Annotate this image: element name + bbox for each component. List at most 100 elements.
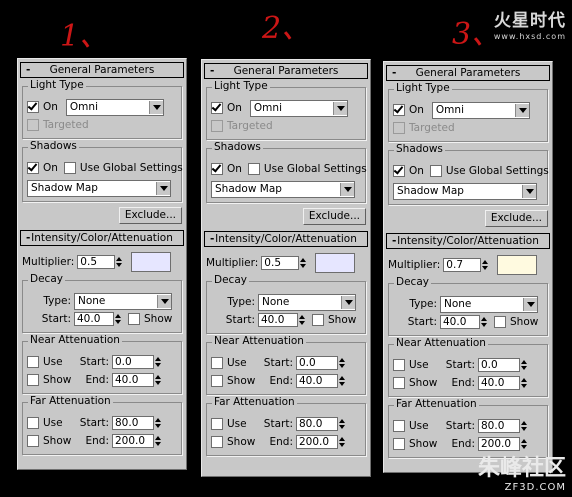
far-use-checkbox[interactable] [27, 417, 39, 429]
far-end-spinner[interactable]: 200.0 [296, 435, 346, 449]
general-parameters-rollout-header[interactable]: - General Parameters [386, 65, 550, 81]
decay-start-spinner[interactable]: 40.0 [440, 315, 488, 329]
targeted-checkbox[interactable] [393, 122, 405, 134]
spinner-arrows-icon[interactable] [339, 375, 346, 387]
shadows-on-checkbox[interactable] [211, 163, 223, 175]
near-show-checkbox[interactable] [393, 377, 405, 389]
shadow-type-dropdown[interactable]: Shadow Map [27, 179, 171, 197]
light-on-checkbox[interactable] [393, 104, 405, 116]
spinner-arrows-icon[interactable] [521, 359, 528, 371]
far-use-checkbox[interactable] [393, 420, 405, 432]
shadows-on-checkbox[interactable] [27, 162, 39, 174]
intensity-rollout-header[interactable]: - Intensity/Color/Attenuation [204, 231, 368, 247]
far-attenuation-group: Far Attenuation Use Start: 80.0 Show End… [22, 395, 182, 455]
near-end-spinner[interactable]: 40.0 [296, 374, 346, 388]
light-type-dropdown[interactable]: Omni [431, 101, 530, 119]
far-start-spinner[interactable]: 80.0 [478, 419, 528, 433]
light-type-dropdown[interactable]: Omni [65, 98, 164, 116]
exclude-button[interactable]: Exclude... [302, 207, 366, 225]
intensity-rollout-header[interactable]: - Intensity/Color/Attenuation [386, 233, 550, 249]
spinner-arrows-icon[interactable] [482, 259, 489, 271]
near-use-checkbox[interactable] [393, 359, 405, 371]
decay-start-spinner[interactable]: 40.0 [74, 312, 122, 326]
light-on-checkbox[interactable] [27, 101, 39, 113]
color-swatch[interactable] [497, 255, 538, 275]
dropdown-value: None [262, 296, 290, 308]
chevron-down-icon [522, 184, 536, 198]
spinner-arrows-icon[interactable] [155, 435, 162, 447]
intensity-rollout-header[interactable]: - Intensity/Color/Attenuation [20, 230, 184, 246]
decay-show-checkbox[interactable] [312, 314, 324, 326]
near-end-spinner[interactable]: 40.0 [112, 373, 162, 387]
decay-type-dropdown[interactable]: None [258, 293, 356, 311]
shadow-type-dropdown[interactable]: Shadow Map [211, 180, 355, 198]
spinner-arrows-icon[interactable] [155, 417, 162, 429]
multiplier-label: Multiplier: [206, 257, 259, 269]
near-start-spinner[interactable]: 0.0 [296, 356, 346, 370]
multiplier-spinner[interactable]: 0.7 [443, 258, 489, 272]
decay-type-dropdown[interactable]: None [440, 295, 538, 313]
light-on-checkbox[interactable] [211, 102, 223, 114]
near-end-spinner[interactable]: 40.0 [478, 376, 528, 390]
light-type-dropdown[interactable]: Omni [249, 99, 348, 117]
shadow-type-dropdown[interactable]: Shadow Map [393, 182, 537, 200]
spinner-arrows-icon[interactable] [339, 418, 346, 430]
multiplier-spinner[interactable]: 0.5 [261, 256, 307, 270]
spinner-value: 0.5 [261, 256, 300, 270]
targeted-checkbox[interactable] [27, 119, 39, 131]
far-show-checkbox[interactable] [211, 436, 223, 448]
start-label: Start: [445, 359, 475, 371]
far-end-spinner[interactable]: 200.0 [478, 437, 528, 451]
far-show-checkbox[interactable] [27, 435, 39, 447]
checkbox-label: Show [510, 316, 539, 328]
near-show-checkbox[interactable] [27, 374, 39, 386]
spinner-arrows-icon[interactable] [116, 256, 123, 268]
exclude-button[interactable]: Exclude... [118, 206, 182, 224]
checkbox-label: On [227, 102, 242, 114]
color-swatch[interactable] [315, 253, 356, 273]
targeted-checkbox[interactable] [211, 120, 223, 132]
near-start-spinner[interactable]: 0.0 [478, 358, 528, 372]
start-label: Start: [263, 357, 293, 369]
far-end-spinner[interactable]: 200.0 [112, 434, 162, 448]
far-use-checkbox[interactable] [211, 418, 223, 430]
use-global-settings-checkbox[interactable] [63, 162, 76, 174]
near-show-checkbox[interactable] [211, 375, 223, 387]
spinner-arrows-icon[interactable] [155, 374, 162, 386]
chevron-down-icon [341, 295, 355, 309]
use-global-settings-checkbox[interactable] [429, 165, 442, 177]
rollout-title: Intensity/Color/Attenuation [31, 232, 173, 244]
decay-start-spinner[interactable]: 40.0 [258, 313, 306, 327]
general-parameters-rollout-header[interactable]: - General Parameters [20, 62, 184, 78]
rollout-title: General Parameters [49, 64, 155, 76]
end-label: End: [85, 435, 110, 447]
spinner-arrows-icon[interactable] [300, 257, 307, 269]
near-start-spinner[interactable]: 0.0 [112, 355, 162, 369]
spinner-arrows-icon[interactable] [339, 436, 346, 448]
spinner-arrows-icon[interactable] [521, 377, 528, 389]
decay-type-dropdown[interactable]: None [74, 292, 172, 310]
spinner-arrows-icon[interactable] [521, 420, 528, 432]
decay-show-checkbox[interactable] [494, 316, 506, 328]
general-parameters-rollout-header[interactable]: - General Parameters [204, 63, 368, 79]
far-show-checkbox[interactable] [393, 438, 405, 450]
exclude-button[interactable]: Exclude... [484, 209, 548, 227]
near-use-checkbox[interactable] [211, 357, 223, 369]
spinner-arrows-icon[interactable] [299, 314, 306, 326]
checkbox-label: Use [43, 356, 63, 368]
multiplier-spinner[interactable]: 0.5 [77, 255, 123, 269]
spinner-arrows-icon[interactable] [155, 356, 162, 368]
group-label: Near Attenuation [394, 337, 488, 349]
use-global-settings-checkbox[interactable] [247, 163, 260, 175]
near-use-checkbox[interactable] [27, 356, 39, 368]
color-swatch[interactable] [131, 252, 172, 272]
shadows-on-checkbox[interactable] [393, 165, 405, 177]
start-label: Start: [79, 417, 109, 429]
decay-show-checkbox[interactable] [128, 313, 140, 325]
far-start-spinner[interactable]: 80.0 [112, 416, 162, 430]
spinner-arrows-icon[interactable] [481, 316, 488, 328]
spinner-arrows-icon[interactable] [339, 357, 346, 369]
spinner-arrows-icon[interactable] [521, 438, 528, 450]
spinner-arrows-icon[interactable] [115, 313, 122, 325]
far-start-spinner[interactable]: 80.0 [296, 417, 346, 431]
